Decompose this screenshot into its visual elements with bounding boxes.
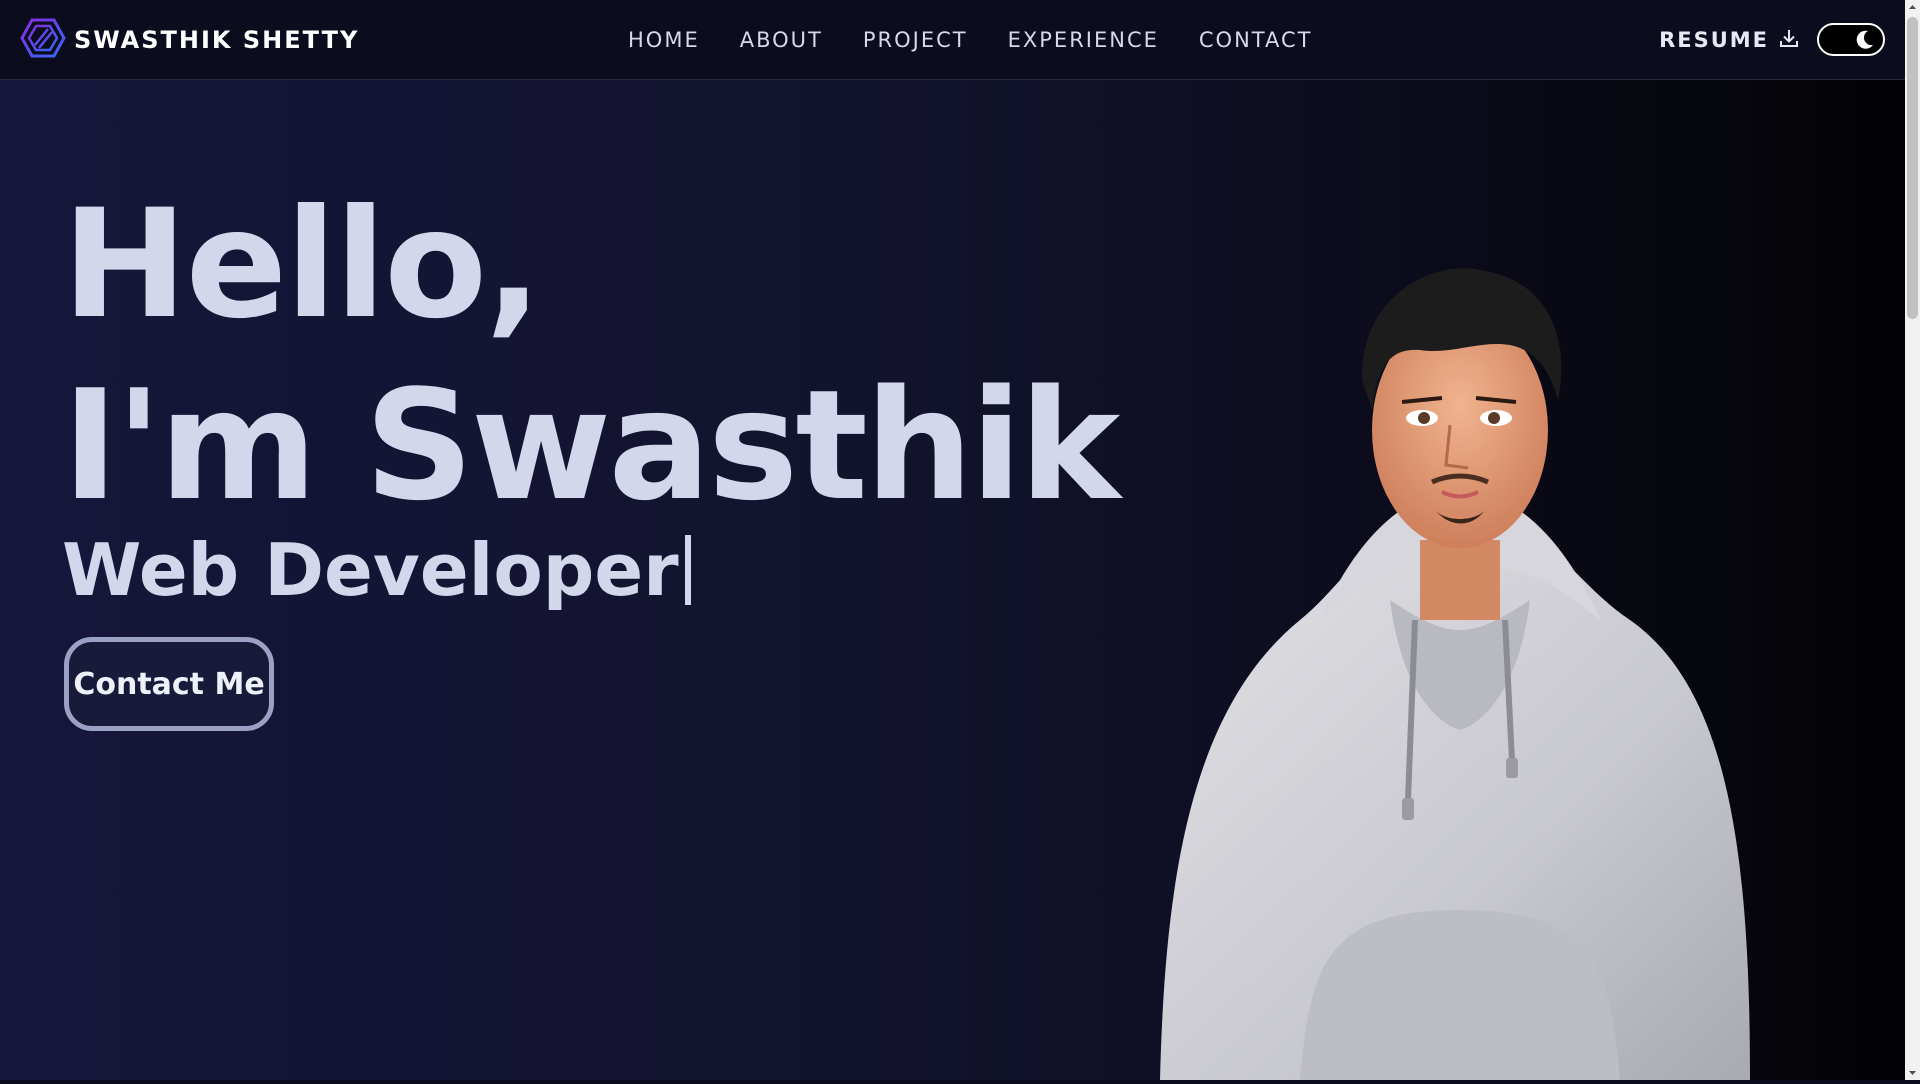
vertical-scrollbar[interactable] [1905, 0, 1920, 1080]
nav-item-contact[interactable]: CONTACT [1199, 28, 1313, 52]
hero-role-text: Web Developer [62, 528, 679, 612]
theme-toggle[interactable] [1817, 23, 1885, 56]
contact-me-button[interactable]: Contact Me [64, 637, 274, 731]
download-icon [1779, 28, 1799, 53]
hexagon-logo-icon [20, 17, 66, 63]
nav-item-project[interactable]: PROJECT [863, 28, 968, 52]
resume-download-button[interactable]: RESUME [1659, 22, 1799, 58]
resume-label: RESUME [1659, 28, 1769, 52]
navbar: SWASTHIK SHETTY HOME ABOUT PROJECT EXPER… [0, 0, 1905, 80]
scroll-down-arrow-icon[interactable] [1905, 1065, 1920, 1080]
scrollbar-thumb[interactable] [1907, 17, 1918, 319]
avatar-image [1150, 260, 1770, 1080]
scroll-up-arrow-icon[interactable] [1905, 0, 1920, 15]
moon-icon [1853, 29, 1875, 55]
page: SWASTHIK SHETTY HOME ABOUT PROJECT EXPER… [0, 0, 1905, 1080]
brand-name: SWASTHIK SHETTY [74, 26, 360, 54]
hero-greeting: Hello, [62, 178, 542, 352]
nav-item-experience[interactable]: EXPERIENCE [1008, 28, 1159, 52]
typing-cursor [684, 535, 691, 605]
hero-name: I'm Swasthik [62, 357, 1120, 534]
nav-menu: HOME ABOUT PROJECT EXPERIENCE CONTACT [628, 0, 1352, 80]
brand[interactable]: SWASTHIK SHETTY [20, 17, 359, 63]
nav-item-about[interactable]: ABOUT [740, 28, 823, 52]
nav-item-home[interactable]: HOME [628, 28, 700, 52]
hero-role: Web Developer [62, 534, 691, 606]
